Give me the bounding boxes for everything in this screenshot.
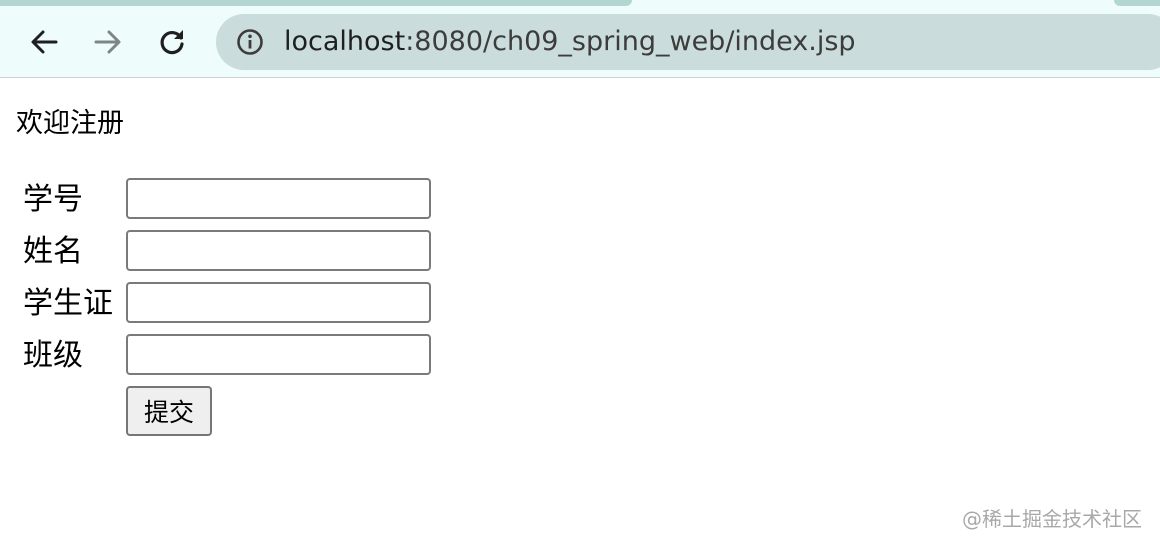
url-host: localhost [284, 26, 406, 57]
student-card-input[interactable] [126, 282, 431, 323]
back-button[interactable] [24, 22, 64, 62]
reload-icon [160, 30, 184, 55]
name-input[interactable] [126, 230, 431, 271]
page-title: 欢迎注册 [16, 108, 124, 139]
back-arrow-icon [31, 30, 58, 54]
student-id-input[interactable] [126, 178, 431, 219]
active-tab-edge[interactable] [0, 0, 632, 6]
forward-button[interactable] [88, 22, 128, 62]
page-content: 欢迎注册 学号 姓名 学生证 班级 提交 [0, 79, 1160, 546]
field-label: 班级 [23, 338, 83, 373]
field-label: 姓名 [23, 234, 83, 269]
form-row-name: 姓名 [0, 230, 1160, 274]
form-row-student-id: 学号 [0, 178, 1160, 222]
form-row-class: 班级 [0, 334, 1160, 378]
tab-edge-right[interactable] [1114, 0, 1160, 6]
form-row-student-card: 学生证 [0, 282, 1160, 326]
watermark: @稀土掘金技术社区 [962, 507, 1142, 531]
browser-toolbar: localhost:8080/ch09_spring_web/index.jsp [0, 0, 1160, 78]
url-path: :8080/ch09_spring_web/index.jsp [405, 26, 856, 57]
forward-arrow-icon [94, 30, 121, 54]
info-icon[interactable] [236, 28, 264, 56]
url-text[interactable]: localhost:8080/ch09_spring_web/index.jsp [284, 14, 856, 70]
field-label: 学生证 [23, 286, 113, 321]
address-bar[interactable]: localhost:8080/ch09_spring_web/index.jsp [216, 14, 1160, 70]
class-input[interactable] [126, 334, 431, 375]
reload-button[interactable] [152, 22, 192, 62]
field-label: 学号 [23, 182, 83, 217]
submit-button[interactable]: 提交 [126, 386, 212, 436]
